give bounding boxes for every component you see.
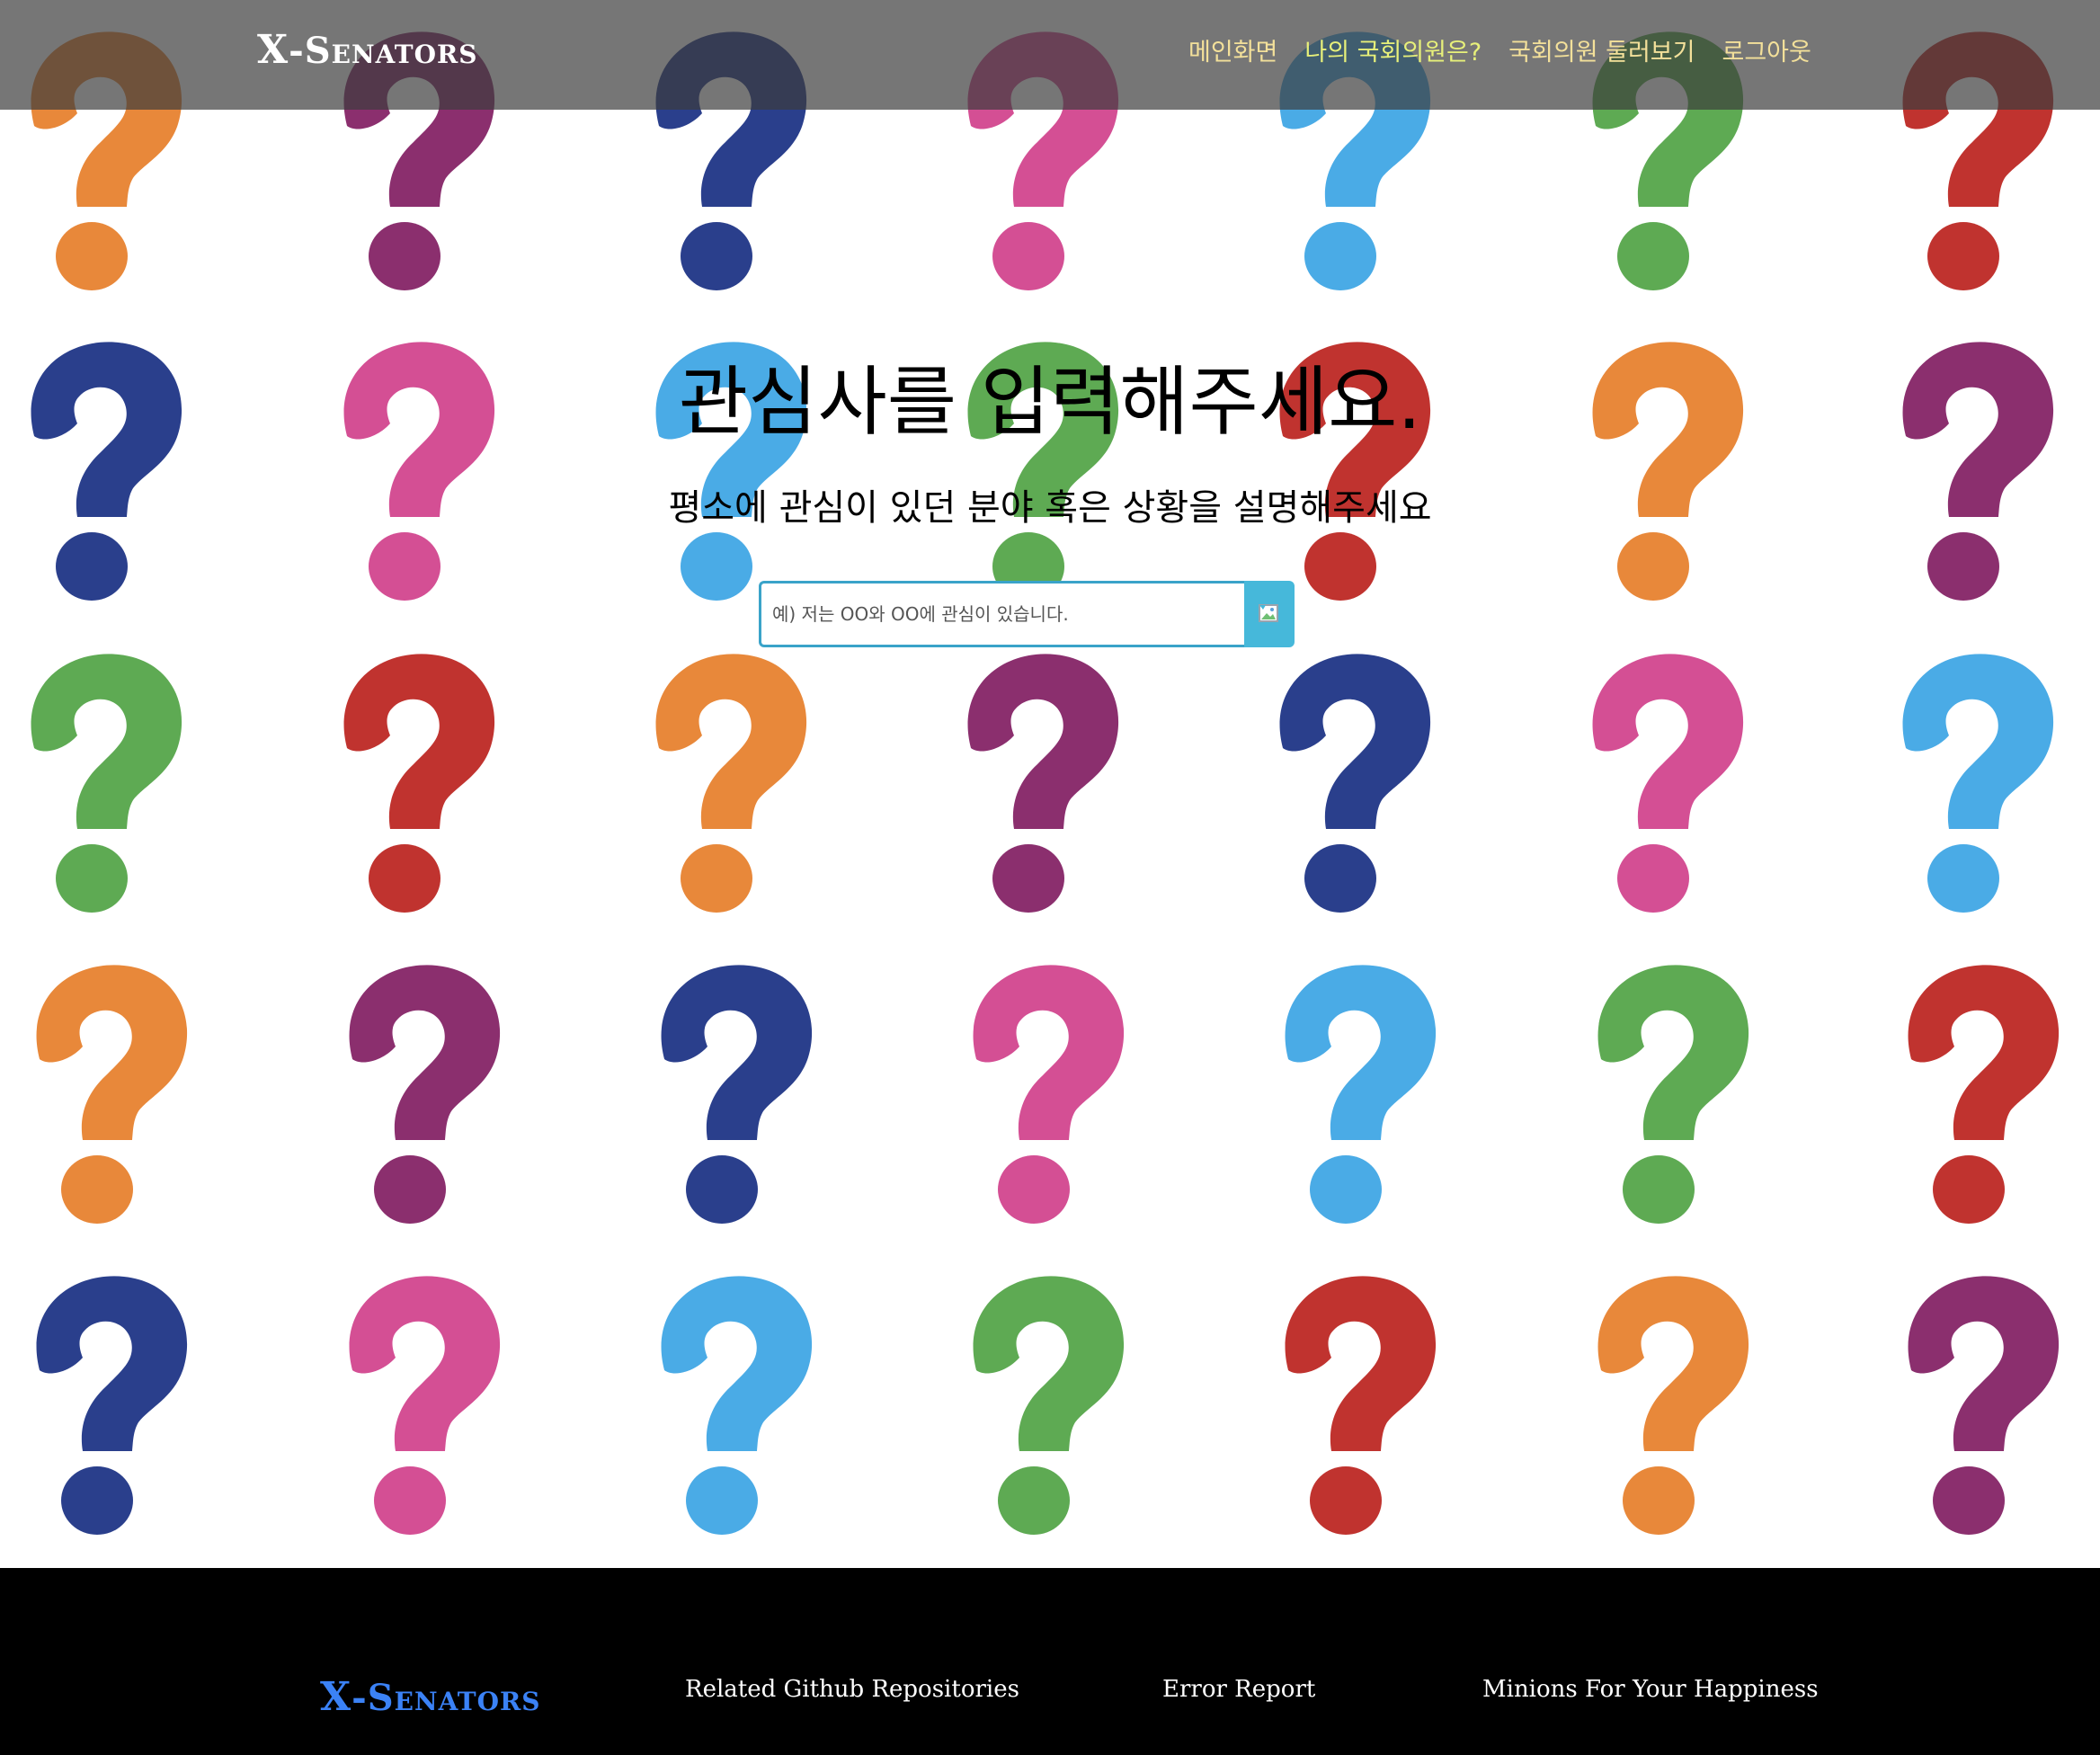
navbar: X-Senators 메인화면 나의 국회의원은? 국회의원 둘러보기 로그아웃 xyxy=(0,0,2100,110)
question-mark-icon xyxy=(1285,1276,1437,1535)
navbar-brand-logo[interactable]: X-Senators xyxy=(257,27,477,73)
question-mark-icon xyxy=(1279,654,1431,913)
question-mark-icon xyxy=(343,654,495,913)
navbar-links: 메인화면 나의 국회의원은? 국회의원 둘러보기 로그아웃 xyxy=(1188,34,1811,72)
question-mark-icon xyxy=(655,654,807,913)
question-mark-icon xyxy=(31,654,182,913)
question-mark-icon xyxy=(1908,965,2060,1224)
question-mark-icon xyxy=(967,654,1119,913)
question-mark-icon xyxy=(349,965,501,1224)
question-mark-icon xyxy=(36,965,188,1224)
question-mark-icon xyxy=(973,965,1125,1224)
page-title: 관심사를 입력해주세요. xyxy=(678,358,1422,446)
nav-link-my-senator[interactable]: 나의 국회의원은? xyxy=(1304,34,1482,72)
question-mark-icon xyxy=(661,965,813,1224)
footer: X-Senators Related Github Repositories E… xyxy=(0,1568,2100,1755)
question-mark-icon xyxy=(661,1276,813,1535)
question-mark-icon xyxy=(1902,654,2054,913)
question-mark-icon xyxy=(1285,965,1437,1224)
broken-image-icon xyxy=(1259,603,1278,622)
footer-link-minions[interactable]: Minions For Your Happiness xyxy=(1482,1676,1819,1703)
question-mark-icon xyxy=(973,1276,1125,1535)
footer-brand-logo[interactable]: X-Senators xyxy=(320,1674,540,1720)
question-mark-icon xyxy=(36,1276,188,1535)
question-mark-icon xyxy=(1592,654,1744,913)
question-mark-background xyxy=(0,0,2100,1568)
interest-search-form xyxy=(759,581,1295,647)
nav-link-home[interactable]: 메인화면 xyxy=(1188,34,1277,72)
question-mark-icon xyxy=(1597,965,1749,1224)
nav-link-browse-senators[interactable]: 국회의원 둘러보기 xyxy=(1508,34,1695,72)
question-mark-icon xyxy=(349,1276,501,1535)
question-mark-icon xyxy=(1908,1276,2060,1535)
question-mark-icon xyxy=(1597,1276,1749,1535)
search-submit-button[interactable] xyxy=(1244,581,1295,647)
interest-search-input[interactable] xyxy=(759,581,1244,647)
nav-link-logout[interactable]: 로그아웃 xyxy=(1722,34,1811,72)
page-subtitle: 평소에 관심이 있던 분야 혹은 상황을 설명해주세요 xyxy=(668,487,1432,529)
footer-link-error-report[interactable]: Error Report xyxy=(1162,1676,1315,1703)
footer-link-github[interactable]: Related Github Repositories xyxy=(685,1676,1019,1703)
